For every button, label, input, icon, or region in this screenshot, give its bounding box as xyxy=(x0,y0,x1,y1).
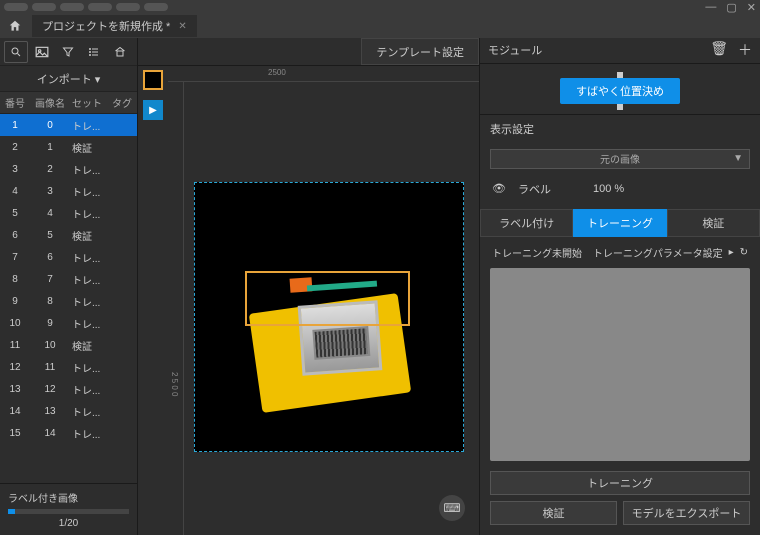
titlebar: — ▢ ✕ xyxy=(0,0,760,14)
delete-icon[interactable]: 🗑 xyxy=(710,40,728,60)
canvas[interactable]: ⌨ xyxy=(184,82,479,535)
table-row[interactable]: 21検証 xyxy=(0,136,137,158)
minimize-icon[interactable]: — xyxy=(705,1,716,14)
quick-position-button[interactable]: すばやく位置決め xyxy=(560,78,680,104)
thumbnail[interactable] xyxy=(143,70,163,90)
image-table[interactable]: 10トレ...21検証32トレ...43トレ...54トレ...65検証76トレ… xyxy=(0,114,137,483)
ruler-horizontal: 2500 xyxy=(168,66,479,82)
table-row[interactable]: 98トレ... xyxy=(0,290,137,312)
sidebar: インポート ▾ 番号 画像名 セット タグ 10トレ...21検証32トレ...… xyxy=(0,38,138,535)
table-row[interactable]: 54トレ... xyxy=(0,202,137,224)
col-tag[interactable]: タグ xyxy=(112,95,136,110)
selection-box[interactable] xyxy=(245,271,410,326)
label-percent: 100 % xyxy=(593,183,624,195)
add-icon[interactable]: ＋ xyxy=(738,40,752,60)
table-row[interactable]: 1312トレ... xyxy=(0,378,137,400)
col-set[interactable]: セット xyxy=(70,95,112,110)
training-params-link[interactable]: トレーニングパラメータ設定 xyxy=(593,245,723,260)
labeled-images-label: ラベル付き画像 xyxy=(8,490,129,505)
image-icon[interactable] xyxy=(30,41,54,63)
history-icon[interactable]: ↻ xyxy=(740,247,748,258)
grid-icon[interactable] xyxy=(108,41,132,63)
table-row[interactable]: 32トレ... xyxy=(0,158,137,180)
tab-verify[interactable]: 検証 xyxy=(667,209,760,237)
keyboard-icon[interactable]: ⌨ xyxy=(439,495,465,521)
col-img[interactable]: 画像名 xyxy=(30,95,70,110)
label-text: ラベル xyxy=(518,181,551,197)
col-idx[interactable]: 番号 xyxy=(0,95,30,110)
template-settings-button[interactable]: テンプレート設定 xyxy=(361,38,479,65)
maximize-icon[interactable]: ▢ xyxy=(726,1,736,14)
table-row[interactable]: 43トレ... xyxy=(0,180,137,202)
image-preview xyxy=(195,183,463,451)
progress-bar xyxy=(8,509,129,514)
train-button[interactable]: トレーニング xyxy=(490,471,750,495)
table-row[interactable]: 10トレ... xyxy=(0,114,137,136)
progress-text: 1/20 xyxy=(8,518,129,529)
tab-title: プロジェクトを新規作成 * xyxy=(42,18,170,34)
canvas-panel: テンプレート設定 ▶ 2500 2 5 0 0 xyxy=(138,38,480,535)
table-row[interactable]: 109トレ... xyxy=(0,312,137,334)
table-row[interactable]: 1110検証 xyxy=(0,334,137,356)
chevron-down-icon: ▼ xyxy=(733,153,743,164)
tab-close-icon[interactable]: ✕ xyxy=(178,21,186,32)
home-button[interactable] xyxy=(0,14,30,38)
canvas-frame xyxy=(194,182,464,452)
tab-label[interactable]: ラベル付け xyxy=(480,209,573,237)
table-row[interactable]: 87トレ... xyxy=(0,268,137,290)
display-dropdown[interactable]: 元の画像 ▼ xyxy=(490,149,750,169)
eye-icon[interactable]: 👁 xyxy=(492,182,506,195)
table-header: 番号 画像名 セット タグ xyxy=(0,92,137,114)
table-row[interactable]: 1413トレ... xyxy=(0,400,137,422)
ruler-vertical: 2 5 0 0 xyxy=(168,82,184,535)
training-status-text: トレーニング未開始 xyxy=(492,245,582,260)
project-tab[interactable]: プロジェクトを新規作成 * ✕ xyxy=(32,15,197,37)
filter-icon[interactable] xyxy=(56,41,80,63)
list-icon[interactable] xyxy=(82,41,106,63)
tabbar: プロジェクトを新規作成 * ✕ xyxy=(0,14,760,38)
search-button[interactable] xyxy=(4,41,28,63)
play-thumbnail[interactable]: ▶ xyxy=(143,100,163,120)
module-title: モジュール xyxy=(488,42,542,58)
table-row[interactable]: 76トレ... xyxy=(0,246,137,268)
table-row[interactable]: 65検証 xyxy=(0,224,137,246)
module-panel: モジュール 🗑 ＋ すばやく位置決め 表示設定 元の画像 ▼ 👁 ラベル 100… xyxy=(480,38,760,535)
table-row[interactable]: 1514トレ... xyxy=(0,422,137,444)
import-button[interactable]: インポート ▾ xyxy=(0,66,137,92)
close-icon[interactable]: ✕ xyxy=(747,1,756,14)
display-settings-label: 表示設定 xyxy=(480,114,760,143)
titlebar-pills xyxy=(4,3,168,11)
verify-button[interactable]: 検証 xyxy=(490,501,617,525)
tab-training[interactable]: トレーニング xyxy=(573,209,666,237)
table-row[interactable]: 1211トレ... xyxy=(0,356,137,378)
result-area xyxy=(490,268,750,461)
export-model-button[interactable]: モデルをエクスポート xyxy=(623,501,750,525)
chevron-right-icon: ▸ xyxy=(729,247,734,258)
